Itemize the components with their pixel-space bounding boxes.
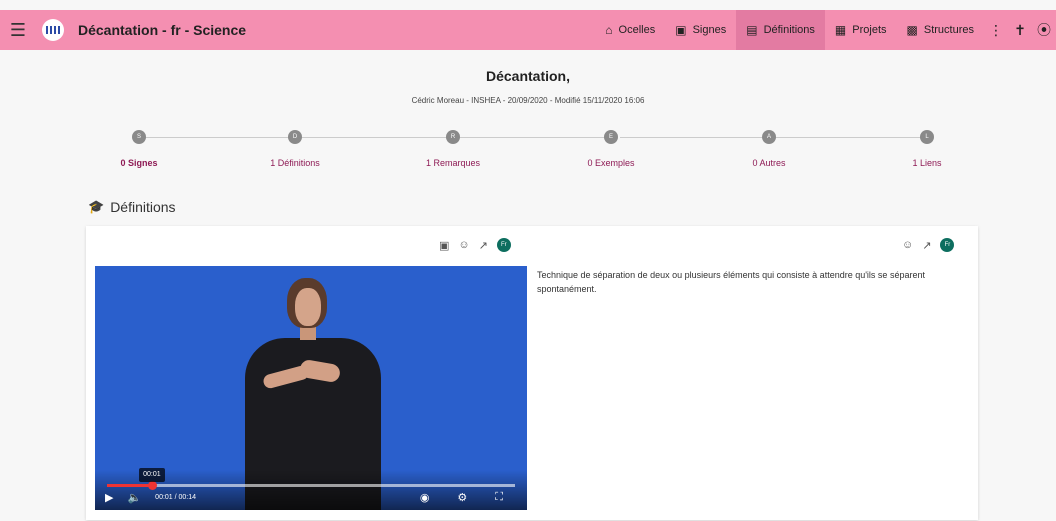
fullscreen-icon[interactable]: ⛶ [495, 491, 503, 504]
video-control-row: ▶ 🔈 00:01 / 00:14 ◉ ⚙ ⛶ [105, 491, 517, 504]
section-heading: 🎓 Définitions [88, 199, 176, 215]
step-definitions[interactable]: D 1 Définitions [230, 130, 360, 168]
image-icon[interactable]: ▣ [439, 239, 449, 252]
nav-ocelles[interactable]: ⌂ Ocelles [595, 10, 665, 50]
page-meta: Cédric Moreau - INSHEA - 20/09/2020 - Mo… [411, 96, 645, 105]
step-liens[interactable]: L 1 Liens [862, 130, 992, 168]
step-dot: D [288, 130, 302, 144]
nav-structures-label: Structures [923, 24, 974, 36]
hamburger-menu-icon[interactable]: ☰ [0, 10, 36, 50]
nav-signes-label: Signes [692, 24, 727, 36]
more-vert-icon[interactable]: ⋮ [984, 10, 1008, 50]
volume-icon[interactable]: 🔈 [127, 491, 141, 504]
step-autres[interactable]: A 0 Autres [704, 130, 834, 168]
definition-text: Technique de séparation de deux ou plusi… [537, 270, 925, 294]
step-label: 1 Définitions [270, 158, 320, 168]
play-icon[interactable]: ▶ [105, 491, 113, 504]
step-dot: A [762, 130, 776, 144]
language-badge[interactable]: Fr [496, 238, 511, 252]
step-label: 1 Liens [912, 158, 942, 168]
step-dot: R [446, 130, 460, 144]
list-icon: ▤ [746, 23, 758, 37]
nav-ocelles-label: Ocelles [618, 24, 656, 36]
nav-definitions-label: Définitions [763, 24, 815, 36]
account-icon[interactable]: ⦿ [1032, 10, 1056, 50]
video-tools: ▣ ☺ ↗ Fr [439, 238, 511, 252]
emoji-icon[interactable]: ☺ [458, 239, 469, 251]
nav-structures[interactable]: ▩ Structures [897, 10, 984, 50]
app-logo[interactable] [42, 19, 64, 41]
graduation-cap-icon: 🎓 [88, 199, 105, 214]
step-dot: L [920, 130, 934, 144]
step-label: 0 Exemples [587, 158, 635, 168]
time-tooltip: 00:01 [138, 468, 165, 482]
nav-projets-label: Projets [852, 24, 887, 36]
top-app-bar: ☰ Décantation - fr - Science ⌂ Ocelles ▣… [0, 10, 1056, 50]
accessibility-icon[interactable]: ✝ [1008, 10, 1032, 50]
definition-card: ▣ ☺ ↗ Fr ☺ ↗ Fr 00:01 ▶ 🔈 00:01 / 00:14 [86, 226, 978, 520]
content-stepper: S 0 Signes D 1 Définitions R 1 Remarques… [55, 130, 970, 170]
step-label: 1 Remarques [425, 158, 481, 168]
sign-video-player[interactable]: 00:01 ▶ 🔈 00:01 / 00:14 ◉ ⚙ ⛶ [95, 266, 527, 510]
main-nav: ⌂ Ocelles ▣ Signes ▤ Définitions ▦ Proje… [595, 10, 1056, 50]
camera-icon[interactable]: ◉ [420, 491, 430, 504]
page-title: Décantation, [485, 68, 570, 84]
step-signes[interactable]: S 0 Signes [74, 130, 204, 168]
settings-gear-icon[interactable]: ⚙ [457, 491, 467, 504]
video-progress-knob[interactable] [147, 481, 157, 490]
step-dot: E [604, 130, 618, 144]
step-remarques[interactable]: R 1 Remarques [388, 130, 518, 168]
step-label: 0 Autres [752, 158, 786, 168]
nav-definitions[interactable]: ▤ Définitions [736, 10, 825, 50]
trending-icon[interactable]: ↗ [479, 239, 488, 252]
step-dot: S [132, 130, 146, 144]
language-badge[interactable]: Fr [940, 238, 955, 252]
video-progress-bar[interactable]: 00:01 [107, 468, 515, 490]
app-title: Décantation - fr - Science [78, 22, 247, 38]
home-icon: ⌂ [605, 23, 613, 37]
nav-signes[interactable]: ▣ Signes [665, 10, 736, 50]
step-exemples[interactable]: E 0 Exemples [546, 130, 676, 168]
video-time: 00:01 / 00:14 [155, 494, 197, 501]
emoji-icon[interactable]: ☺ [902, 239, 913, 251]
video-controls: 00:01 ▶ 🔈 00:01 / 00:14 ◉ ⚙ ⛶ [95, 468, 527, 510]
video-progress-fill [107, 484, 152, 487]
signer-face [295, 288, 321, 326]
video-right-controls: ◉ ⚙ ⛶ [420, 491, 517, 504]
image-icon: ▣ [675, 23, 687, 37]
nav-projets[interactable]: ▦ Projets [825, 10, 897, 50]
trending-icon[interactable]: ↗ [922, 239, 931, 252]
step-label: 0 Signes [120, 158, 158, 168]
grid-icon: ▦ [834, 23, 847, 37]
text-tools: ☺ ↗ Fr [902, 238, 955, 252]
section-title: Définitions [110, 199, 176, 215]
building-icon: ▩ [906, 23, 918, 37]
